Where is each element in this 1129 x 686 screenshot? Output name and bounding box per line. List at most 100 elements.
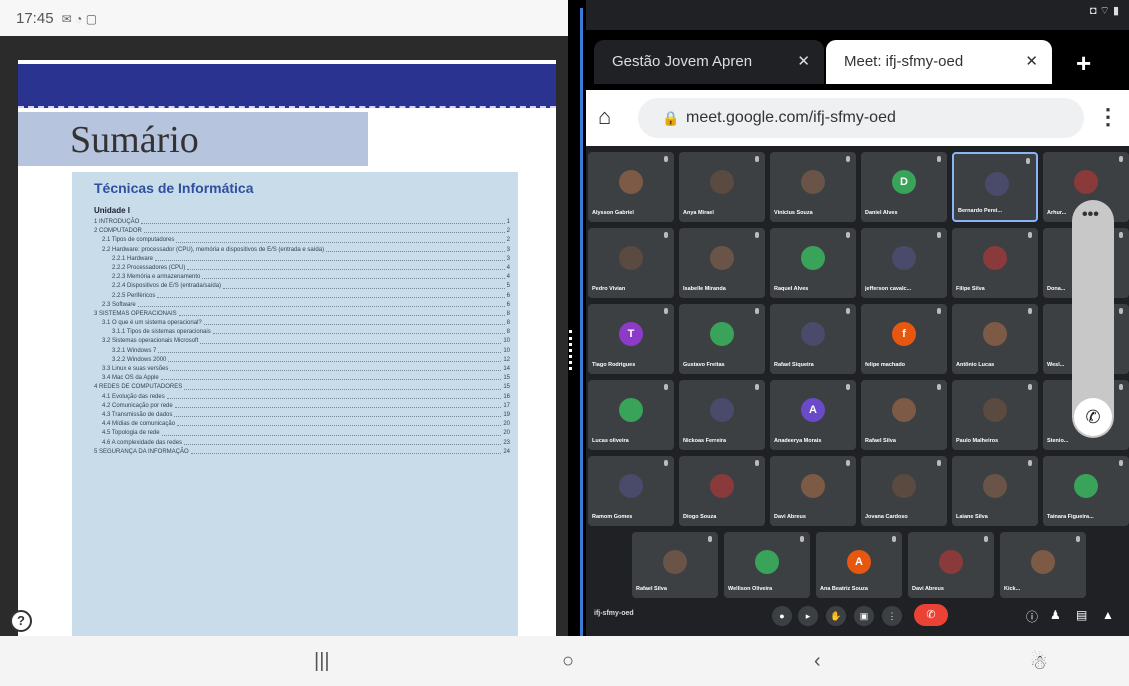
help-icon[interactable]: ? (10, 610, 32, 632)
toc-line-page: 15 (503, 384, 510, 391)
home-nav-icon[interactable]: ○ (562, 650, 574, 673)
toc-line-page: 5 (506, 283, 510, 290)
mic-off-icon (755, 308, 759, 314)
toc-line-page: 17 (503, 402, 510, 409)
more-icon[interactable]: ••• (1082, 206, 1099, 224)
participant-name: Pedro Vivian (592, 286, 626, 292)
meeting-controls: ifj-sfmy-oed ● ▸ ✋ ▣ ⋮ ✆ ⓘ ♟ ▤ ▲ (586, 598, 1129, 636)
people-icon[interactable]: ♟ (1050, 608, 1061, 622)
participant-tile[interactable]: Laiane Silva (952, 456, 1038, 526)
participant-tile[interactable]: Filipe Silva (952, 228, 1038, 298)
drag-handle[interactable] (569, 330, 573, 370)
url-bar: ⌂ 🔒 meet.google.com/ifj-sfmy-oed ⋮ (586, 90, 1129, 146)
participant-tile[interactable]: Tainara Figueira... (1043, 456, 1129, 526)
mic-off-icon (1119, 460, 1123, 466)
toc-line-text: 4.6 A complexidade das redes (102, 439, 183, 446)
avatar (801, 170, 825, 194)
home-icon[interactable]: ⌂ (598, 104, 611, 130)
avatar (663, 550, 687, 574)
toc-line-text: 3.4 Mac OS da Apple (102, 375, 159, 382)
phone-icon[interactable]: ✆ (1074, 398, 1112, 436)
participant-name: Antônio Lucas (956, 362, 995, 368)
accessibility-icon[interactable]: ☃ (1030, 650, 1048, 675)
participant-tile[interactable]: Antônio Lucas (952, 304, 1038, 374)
participant-name: Raquel Alves (774, 286, 809, 292)
participant-tile[interactable]: Davi Abreus (908, 532, 994, 598)
participant-tile[interactable]: Rafael Silva (632, 532, 718, 598)
participant-tile[interactable]: Nickoas Ferreira (679, 380, 765, 450)
mic-off-icon (937, 384, 941, 390)
back-icon[interactable]: ‹ (814, 650, 821, 673)
end-call-button[interactable]: ✆ (914, 604, 948, 626)
participant-tile[interactable]: Vinicius Souza (770, 152, 856, 222)
participant-tile[interactable]: f felipe machado (861, 304, 947, 374)
participant-tile[interactable]: Isabelle Miranda (679, 228, 765, 298)
participant-tile[interactable]: D Daniel Alves (861, 152, 947, 222)
toc-line: 2.2.1 Hardware 3 (94, 255, 510, 264)
close-tab-icon[interactable]: ✕ (1025, 52, 1038, 70)
camera-icon[interactable]: ▸ (798, 606, 818, 626)
participant-name: Rafael Siqueira (774, 362, 814, 368)
recents-icon[interactable]: ||| (314, 650, 330, 673)
participant-tile[interactable]: Ramom Gomes (588, 456, 674, 526)
mic-icon[interactable]: ● (772, 606, 792, 626)
participant-tile[interactable]: Diogo Souza (679, 456, 765, 526)
info-icon[interactable]: ⓘ (1026, 608, 1038, 625)
participant-tile[interactable]: jefferson cavalc... (861, 228, 947, 298)
participant-tile[interactable]: Kick... (1000, 532, 1086, 598)
toc-line-text: 4.5 Topologia de rede (102, 430, 160, 437)
toc-line: 5 SEGURANÇA DA INFORMAÇÃO 24 (94, 448, 510, 457)
participant-tile[interactable]: A Anadeerya Morais (770, 380, 856, 450)
participant-tile[interactable]: Paulo Malheiros (952, 380, 1038, 450)
menu-icon[interactable]: ⋮ (1097, 104, 1119, 130)
new-tab-icon[interactable]: + (1076, 48, 1091, 79)
close-tab-icon[interactable]: ✕ (797, 52, 810, 70)
toc-line-text: 2.2.5 Periféricos (112, 292, 156, 299)
participant-tile[interactable]: Wellison Oliveira (724, 532, 810, 598)
avatar: f (892, 322, 916, 346)
participant-tile[interactable]: Davi Abreus (770, 456, 856, 526)
participant-name: Tainara Figueira... (1047, 514, 1094, 520)
toc-line: 2.3 Software 6 (94, 301, 510, 310)
mic-off-icon (755, 156, 759, 162)
participant-tile[interactable]: Rafael Siqueira (770, 304, 856, 374)
participant-tile[interactable]: Jovana Cardoso (861, 456, 947, 526)
toc-line-text: 2.3 Software (102, 301, 136, 308)
address-field[interactable]: 🔒 meet.google.com/ifj-sfmy-oed (638, 98, 1084, 138)
present-icon[interactable]: ▣ (854, 606, 874, 626)
participant-tile[interactable]: Anya Mirael (679, 152, 765, 222)
split-divider[interactable] (568, 0, 586, 636)
lock-icon: 🔒 (662, 110, 680, 126)
participant-tile[interactable]: T Tiago Rodrigues (588, 304, 674, 374)
participant-tile[interactable]: Gustavo Freitas (679, 304, 765, 374)
participant-name: Laiane Silva (956, 514, 988, 520)
participant-tile[interactable]: Rafael Silva (861, 380, 947, 450)
mic-off-icon (664, 384, 668, 390)
participant-tile[interactable]: Lucas oliveira (588, 380, 674, 450)
toc-line-text: 2.2.2 Processadores (CPU) (112, 264, 186, 271)
floating-call-panel[interactable]: ••• ✆ (1072, 200, 1114, 438)
participant-name: Kick... (1004, 586, 1021, 592)
participant-tile[interactable]: Alysson Gabriel (588, 152, 674, 222)
tab-gestao[interactable]: Gestão Jovem Apren ✕ (594, 40, 824, 84)
participant-tile[interactable]: A Ana Beatriz Souza (816, 532, 902, 598)
toc-line-page: 10 (503, 347, 510, 354)
tab-label: Meet: ifj-sfmy-oed (844, 53, 964, 70)
more-options-icon[interactable]: ⋮ (882, 606, 902, 626)
avatar (1074, 474, 1098, 498)
activities-icon[interactable]: ▲ (1102, 608, 1114, 622)
participant-tile[interactable]: Bernardo Perei... (952, 152, 1038, 222)
avatar (892, 474, 916, 498)
raise-hand-icon[interactable]: ✋ (826, 606, 846, 626)
tab-meet[interactable]: Meet: ifj-sfmy-oed ✕ (826, 40, 1052, 84)
mic-off-icon (664, 232, 668, 238)
avatar: A (801, 398, 825, 422)
mic-off-icon (1028, 460, 1032, 466)
toc-line-text: 4.2 Comunicação por rede (102, 402, 173, 409)
participant-tile[interactable]: Pedro Vivian (588, 228, 674, 298)
document-viewer[interactable]: Sumário Técnicas de Informática Unidade … (0, 36, 568, 640)
chat-icon[interactable]: ▤ (1076, 608, 1087, 622)
mic-off-icon (664, 156, 668, 162)
toc-line: 3.2.2 Windows 2000 12 (94, 356, 510, 365)
participant-tile[interactable]: Raquel Alves (770, 228, 856, 298)
